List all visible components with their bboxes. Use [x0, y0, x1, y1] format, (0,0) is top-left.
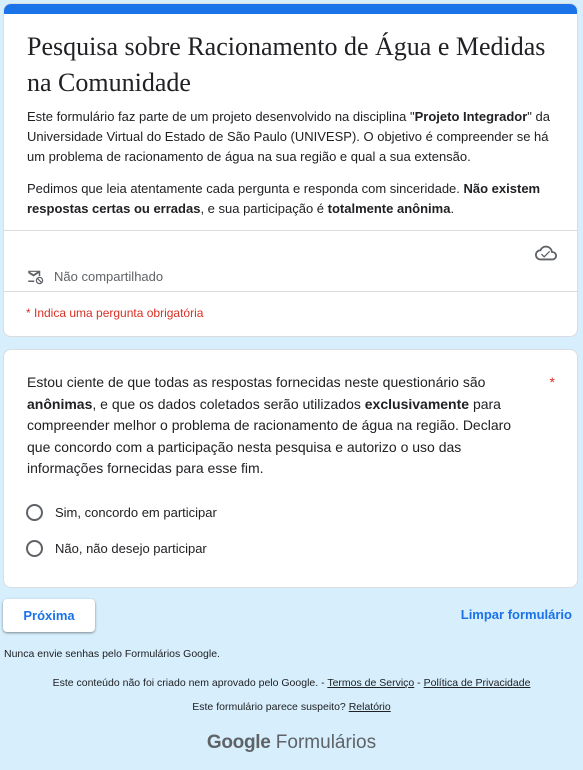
- form-description-paragraph-2: Pedimos que leia atentamente cada pergun…: [27, 179, 559, 219]
- desc-2-text-1: Pedimos que leia atentamente cada pergun…: [27, 181, 464, 196]
- question-card: Estou ciente de que todas as respostas f…: [3, 349, 578, 588]
- cloud-sync-icon[interactable]: [535, 242, 557, 264]
- required-note: * Indica uma pergunta obrigatória: [26, 306, 204, 320]
- required-asterisk: *: [549, 374, 555, 390]
- desc-1-bold-1: Projeto Integrador: [414, 109, 528, 124]
- form-description-paragraph-1: Este formulário faz parte de um projeto …: [27, 107, 559, 167]
- form-header-card: Pesquisa sobre Racionamento de Água e Me…: [3, 3, 578, 337]
- report-link[interactable]: Relatório: [349, 701, 391, 713]
- terms-of-service-link[interactable]: Termos de Serviço: [327, 677, 414, 689]
- question-text-1: Estou ciente de que todas as respostas f…: [27, 374, 486, 390]
- share-status-row: Não compartilhado: [26, 265, 163, 287]
- clear-form-button[interactable]: Limpar formulário: [461, 607, 572, 622]
- question-text-2: , e que os dados coletados serão utiliza…: [92, 395, 365, 412]
- option-agree-label: Sim, concordo em participar: [55, 504, 217, 520]
- google-disclaimer: Este conteúdo não foi criado nem aprovad…: [0, 677, 583, 689]
- desc-2-text-2: , e sua participação é: [200, 201, 328, 216]
- not-shared-mail-icon: [28, 270, 44, 285]
- disclaimer-separator: -: [414, 677, 424, 689]
- disclaimer-text: Este conteúdo não foi criado nem aprovad…: [52, 677, 328, 689]
- header-divider-1: [4, 230, 577, 231]
- question-bold-2: exclusivamente: [364, 395, 470, 412]
- suspicious-form-row: Este formulário parece suspeito? Relatór…: [0, 701, 583, 713]
- radio-button-disagree[interactable]: [26, 539, 43, 557]
- radio-button-agree[interactable]: [26, 503, 43, 521]
- desc-2-bold-2: totalmente anônima: [327, 201, 451, 216]
- question-bold-1: anônimas: [27, 395, 93, 412]
- brand-forms: Formulários: [270, 732, 377, 753]
- next-button[interactable]: Próxima: [3, 599, 95, 632]
- header-accent-bar: [4, 4, 577, 14]
- option-disagree[interactable]: Não, não desejo participar: [26, 536, 207, 560]
- privacy-policy-link[interactable]: Política de Privacidade: [424, 677, 531, 689]
- brand-google: Google: [206, 732, 271, 753]
- option-disagree-label: Não, não desejo participar: [55, 540, 207, 556]
- form-title: Pesquisa sobre Racionamento de Água e Me…: [27, 32, 546, 97]
- google-forms-logo[interactable]: Google Formulários: [0, 732, 583, 754]
- password-warning: Nunca envie senhas pelo Formulários Goog…: [4, 648, 220, 660]
- share-status-text: Não compartilhado: [54, 268, 164, 284]
- desc-2-text-3: .: [450, 201, 455, 216]
- suspicious-text: Este formulário parece suspeito?: [192, 701, 349, 713]
- option-agree[interactable]: Sim, concordo em participar: [26, 500, 217, 524]
- question-text: Estou ciente de que todas as respostas f…: [27, 372, 527, 480]
- header-divider-2: [4, 291, 577, 292]
- desc-1-text-1: Este formulário faz parte de um projeto …: [27, 109, 415, 124]
